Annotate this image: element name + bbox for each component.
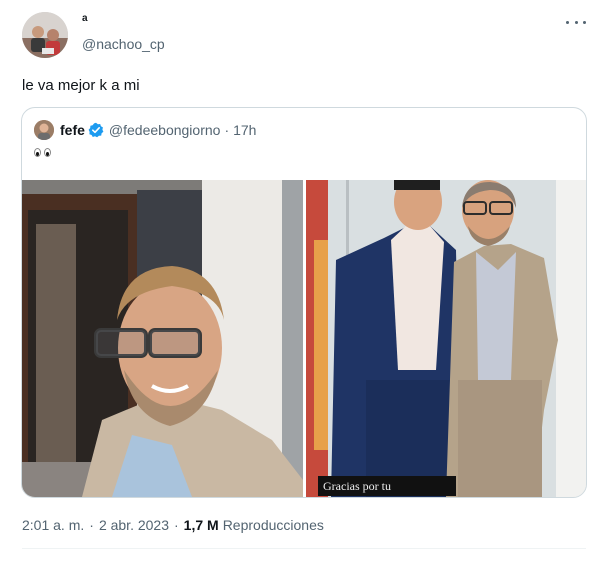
quoted-tweet-header: fefe @fedeebongiorno · 17h [34, 120, 256, 140]
quoted-display-name[interactable]: fefe [60, 122, 85, 138]
tweet: a @nachoo_cp le va mejor k a mi fefe @fe… [0, 0, 592, 562]
display-name[interactable]: a [82, 13, 88, 24]
photo-two-men[interactable]: Gracias por tu [306, 180, 586, 497]
avatar[interactable] [22, 12, 68, 58]
separator-dot: · [224, 122, 230, 138]
quoted-handle[interactable]: @fedeebongiorno [109, 122, 221, 138]
verified-badge-icon [88, 122, 104, 138]
quoted-tweet-card[interactable]: fefe @fedeebongiorno · 17h Gracias por t… [21, 107, 587, 498]
tweet-date[interactable]: 2 abr. 2023 [99, 517, 169, 533]
quoted-timestamp[interactable]: 17h [233, 122, 256, 138]
quoted-avatar[interactable] [34, 120, 54, 140]
separator-dot: · [174, 517, 179, 533]
photo-caption: Gracias por tu [318, 476, 456, 496]
more-options-icon[interactable] [566, 15, 586, 29]
views-label: Reproducciones [222, 517, 324, 533]
eyes-emoji-icon [34, 148, 51, 157]
photo-selfie[interactable] [22, 180, 303, 497]
tweet-time[interactable]: 2:01 a. m. [22, 517, 84, 533]
tweet-text: le va mejor k a mi [22, 77, 140, 94]
divider [22, 548, 586, 549]
tweet-meta: 2:01 a. m. · 2 abr. 2023 · 1,7 M Reprodu… [22, 517, 324, 533]
views-count: 1,7 M [183, 517, 219, 533]
separator-dot: · [89, 517, 94, 533]
user-handle[interactable]: @nachoo_cp [82, 36, 165, 52]
